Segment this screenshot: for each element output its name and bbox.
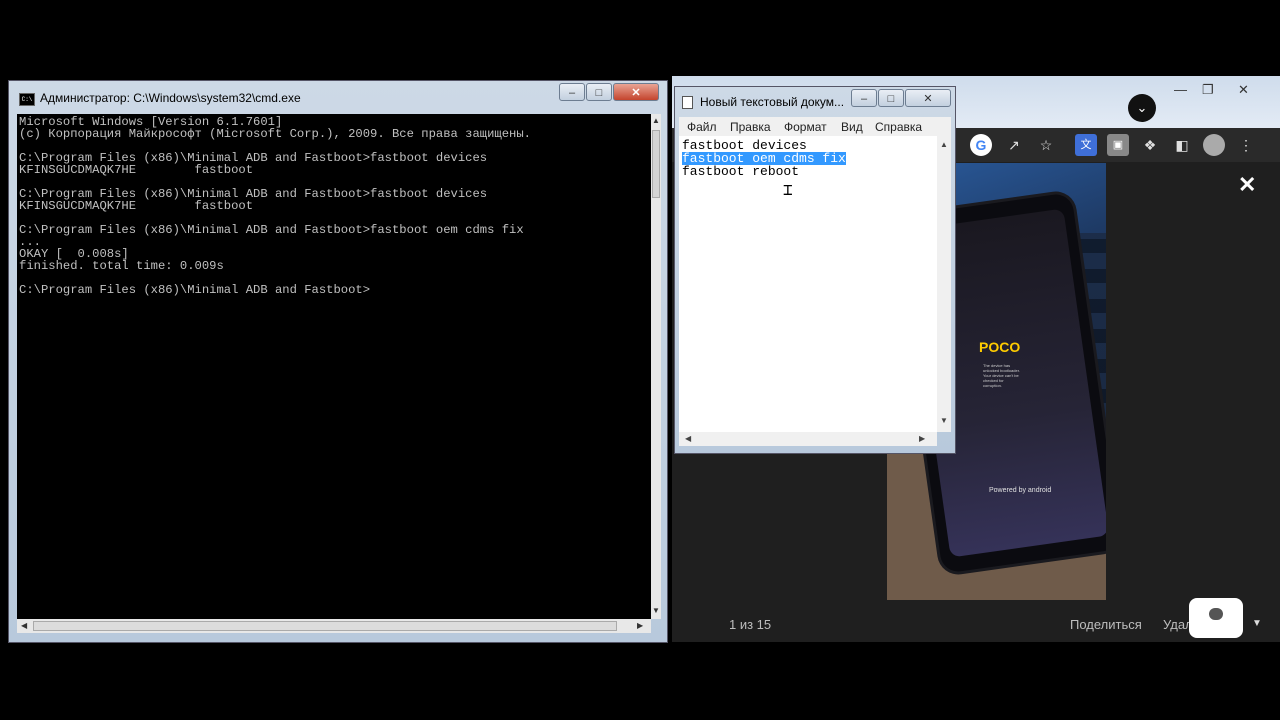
scroll-down-arrow[interactable]: ▼ <box>940 416 948 425</box>
scroll-up-arrow[interactable]: ▲ <box>940 140 948 149</box>
cmd-minimize-button[interactable]: – <box>559 83 585 101</box>
console-text: Microsoft Windows [Version 6.1.7601] (c)… <box>19 115 531 297</box>
cmd-app-icon: C:\ <box>19 93 35 106</box>
chat-icon <box>1209 608 1223 620</box>
cmd-vscroll-thumb[interactable] <box>652 130 660 198</box>
notepad-text-area[interactable]: fastboot devices fastboot oem cdms fix f… <box>679 136 937 432</box>
google-icon[interactable]: G <box>970 134 992 156</box>
tab-search-button[interactable]: ⌄ <box>1128 94 1156 122</box>
browser-maximize-button[interactable]: ❐ <box>1202 82 1214 98</box>
bootloader-warning-text: The device has unlocked bootloader. Your… <box>983 363 1020 388</box>
scroll-right-arrow[interactable]: ▶ <box>637 621 643 630</box>
browser-close-button[interactable]: ✕ <box>1238 82 1249 98</box>
cmd-horizontal-scrollbar[interactable]: ◀ ▶ <box>17 619 651 633</box>
scroll-down-arrow[interactable]: ▼ <box>652 606 660 615</box>
text-line: fastboot reboot <box>682 164 800 179</box>
text-cursor-icon: ⌶ <box>783 182 793 200</box>
cmd-vertical-scrollbar[interactable]: ▲ ▼ <box>651 114 661 619</box>
translate-extension-icon[interactable]: 文 <box>1075 134 1097 156</box>
notepad-vertical-scrollbar[interactable]: ▲ ▼ <box>937 136 951 432</box>
share-page-icon[interactable]: ↗ <box>1003 134 1025 156</box>
menu-format[interactable]: Формат <box>784 120 827 134</box>
notepad-app-icon <box>682 96 693 109</box>
puzzle-extensions-icon[interactable]: ❖ <box>1139 134 1161 156</box>
share-button[interactable]: Поделиться <box>1070 617 1142 632</box>
cmd-window: C:\ Администратор: C:\Windows\system32\c… <box>8 80 668 643</box>
profile-avatar[interactable] <box>1203 134 1225 156</box>
chat-button[interactable] <box>1189 598 1243 638</box>
notepad-window-title: Новый текстовый докум... <box>700 95 845 109</box>
notepad-horizontal-scrollbar[interactable]: ◀ ▶ <box>679 432 937 446</box>
menu-kebab-icon[interactable]: ⋮ <box>1235 134 1257 156</box>
scroll-right-arrow[interactable]: ▶ <box>919 434 925 443</box>
cmd-hscroll-thumb[interactable] <box>33 621 617 631</box>
notepad-maximize-button[interactable]: □ <box>878 89 904 107</box>
scroll-down-arrow[interactable]: ▼ <box>1252 618 1262 629</box>
browser-minimize-button[interactable]: — <box>1174 82 1187 97</box>
powered-by-android-text: Powered by android <box>989 487 1052 494</box>
extension-icon[interactable]: ▣ <box>1107 134 1129 156</box>
menu-help[interactable]: Справка <box>875 120 922 134</box>
notepad-close-button[interactable]: ✕ <box>905 89 951 107</box>
cmd-maximize-button[interactable]: □ <box>586 83 612 101</box>
scroll-left-arrow[interactable]: ◀ <box>21 621 27 630</box>
menu-view[interactable]: Вид <box>841 120 863 134</box>
notepad-minimize-button[interactable]: – <box>851 89 877 107</box>
poco-logo-text: POCO <box>979 339 1021 355</box>
cmd-close-button[interactable]: ✕ <box>613 83 659 101</box>
notepad-menu-bar: Файл Правка Формат Вид Справка <box>679 117 951 136</box>
side-panel-icon[interactable]: ◧ <box>1171 134 1193 156</box>
menu-file[interactable]: Файл <box>687 120 717 134</box>
notepad-window: Новый текстовый докум... – □ ✕ Файл Прав… <box>674 86 956 454</box>
bookmark-star-icon[interactable]: ☆ <box>1035 134 1057 156</box>
cmd-window-title: Администратор: C:\Windows\system32\cmd.e… <box>40 91 301 105</box>
scroll-up-arrow[interactable]: ▲ <box>652 116 660 125</box>
viewer-close-icon[interactable]: ✕ <box>1238 172 1256 198</box>
scroll-left-arrow[interactable]: ◀ <box>685 434 691 443</box>
menu-edit[interactable]: Правка <box>730 120 771 134</box>
image-counter: 1 из 15 <box>729 617 772 632</box>
console-output[interactable]: Microsoft Windows [Version 6.1.7601] (c)… <box>17 114 651 619</box>
